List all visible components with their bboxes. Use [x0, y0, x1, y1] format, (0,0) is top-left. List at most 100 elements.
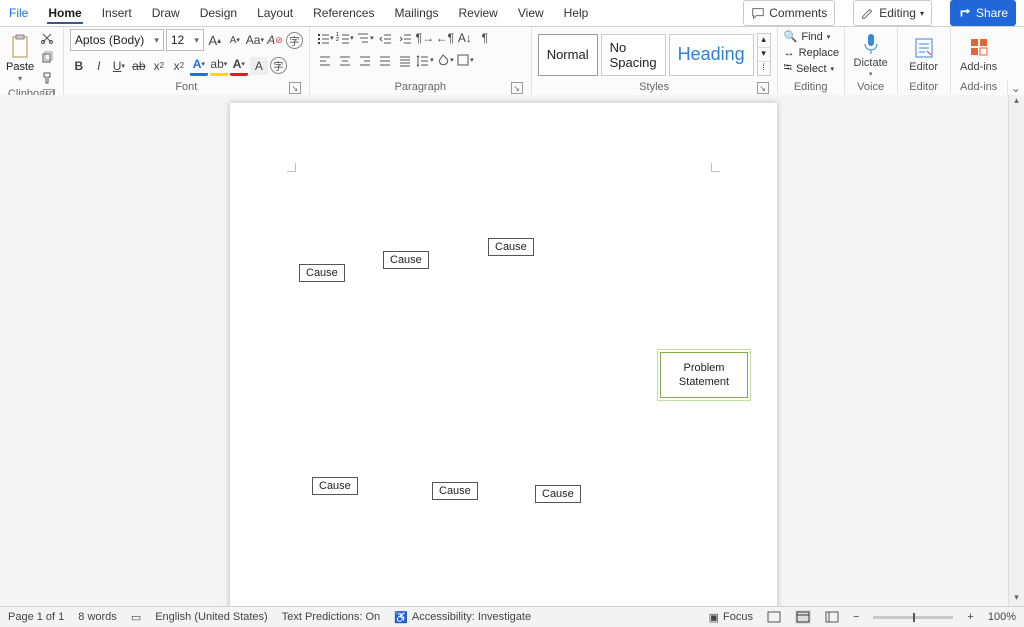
italic-button[interactable]: I — [90, 57, 108, 75]
paste-button[interactable]: Paste ▾ — [6, 34, 34, 83]
shading-button[interactable]: ▾ — [436, 51, 454, 69]
styles-more-icon[interactable]: ⁞ — [758, 62, 770, 75]
enclose-characters-button[interactable]: 字 — [270, 57, 287, 74]
tab-layout[interactable]: Layout — [256, 2, 294, 24]
font-color-button[interactable]: A▾ — [230, 55, 248, 76]
cause-box[interactable]: Cause — [299, 264, 345, 282]
grow-font-button[interactable]: A▴ — [206, 31, 224, 49]
shrink-font-button[interactable]: A▾ — [226, 31, 244, 49]
style-normal[interactable]: Normal — [538, 34, 598, 76]
copy-button[interactable] — [38, 49, 56, 67]
strikethrough-button[interactable]: ab — [130, 57, 148, 75]
chevron-down-icon: ▾ — [920, 9, 924, 18]
collapse-ribbon-button[interactable]: ⌄ — [1007, 81, 1024, 95]
tab-references[interactable]: References — [312, 2, 375, 24]
tab-help[interactable]: Help — [563, 2, 590, 24]
tab-home[interactable]: Home — [47, 2, 82, 24]
underline-button[interactable]: U▾ — [110, 57, 128, 75]
addins-button[interactable]: Add-ins — [957, 36, 1001, 73]
cause-box[interactable]: Cause — [432, 482, 478, 500]
cut-button[interactable] — [38, 29, 56, 47]
chevron-up-icon[interactable]: ▴ — [758, 34, 770, 48]
bold-button[interactable]: B — [70, 57, 88, 75]
styles-scroll[interactable]: ▴▾⁞ — [757, 33, 771, 76]
cause-box[interactable]: Cause — [312, 477, 358, 495]
editing-mode-button[interactable]: Editing ▾ — [853, 0, 932, 26]
zoom-thumb[interactable] — [913, 613, 915, 622]
zoom-slider[interactable] — [873, 616, 953, 619]
share-button[interactable]: Share — [950, 0, 1016, 26]
view-print-button[interactable] — [795, 610, 811, 624]
status-language[interactable]: English (United States) — [155, 611, 268, 623]
styles-launcher[interactable]: ↘ — [757, 82, 769, 94]
status-accessibility[interactable]: ♿Accessibility: Investigate — [394, 611, 531, 624]
problem-statement-box[interactable]: ProblemStatement — [660, 352, 748, 398]
tab-file[interactable]: File — [8, 2, 29, 24]
distributed-button[interactable] — [396, 51, 414, 69]
increase-indent-button[interactable] — [396, 29, 414, 47]
multilevel-list-button[interactable]: ▾ — [356, 29, 374, 47]
character-shading-button[interactable]: A — [250, 57, 268, 75]
style-heading1[interactable]: Heading — [669, 34, 754, 76]
font-name-select[interactable]: Aptos (Body)▾ — [70, 29, 164, 51]
view-web-button[interactable] — [825, 611, 839, 623]
format-painter-button[interactable] — [38, 69, 56, 87]
zoom-out-button[interactable]: − — [853, 611, 859, 623]
change-case-button[interactable]: Aa▾ — [246, 31, 264, 49]
tab-insert[interactable]: Insert — [101, 2, 133, 24]
chevron-down-icon[interactable]: ▾ — [758, 48, 770, 62]
zoom-level[interactable]: 100% — [988, 611, 1016, 623]
scroll-up-button[interactable]: ▴ — [1009, 95, 1024, 110]
tab-design[interactable]: Design — [199, 2, 238, 24]
group-label-voice: Voice — [857, 81, 884, 93]
cause-box[interactable]: Cause — [488, 238, 534, 256]
page[interactable]: Cause Cause Cause Cause Cause Cause Prob… — [230, 103, 777, 607]
justify-button[interactable] — [376, 51, 394, 69]
clear-formatting-button[interactable]: A⊘ — [266, 31, 284, 49]
rtl-button[interactable]: ←¶ — [436, 29, 454, 47]
style-no-spacing[interactable]: No Spacing — [601, 34, 666, 76]
status-predictions[interactable]: Text Predictions: On — [282, 611, 380, 623]
focus-mode-button[interactable]: ▣Focus — [709, 611, 753, 624]
status-words[interactable]: 8 words — [78, 611, 117, 623]
superscript-button[interactable]: x2 — [170, 57, 188, 75]
align-left-button[interactable] — [316, 51, 334, 69]
vertical-scrollbar[interactable]: ▴ ▾ — [1008, 95, 1024, 607]
highlight-button[interactable]: ab▾ — [210, 55, 228, 76]
document-area[interactable]: Cause Cause Cause Cause Cause Cause Prob… — [0, 95, 1024, 607]
comments-button[interactable]: Comments — [743, 0, 835, 26]
editor-button[interactable]: Editor — [904, 36, 944, 73]
tab-draw[interactable]: Draw — [151, 2, 181, 24]
ltr-button[interactable]: ¶→ — [416, 29, 434, 47]
tab-view[interactable]: View — [517, 2, 545, 24]
select-button[interactable]: ⭾Select▾ — [784, 61, 834, 76]
line-spacing-button[interactable]: ▾ — [416, 51, 434, 69]
align-right-button[interactable] — [356, 51, 374, 69]
scroll-down-button[interactable]: ▾ — [1009, 592, 1024, 607]
show-marks-button[interactable]: ¶ — [476, 29, 494, 47]
replace-button[interactable]: ↔Replace — [784, 45, 839, 60]
problem-text: ProblemStatement — [679, 361, 729, 390]
borders-button[interactable]: ▾ — [456, 51, 474, 69]
phonetic-guide-button[interactable]: 字 — [286, 32, 303, 49]
decrease-indent-button[interactable] — [376, 29, 394, 47]
zoom-in-button[interactable]: + — [967, 611, 973, 623]
subscript-button[interactable]: x2 — [150, 57, 168, 75]
view-read-button[interactable] — [767, 611, 781, 623]
tab-review[interactable]: Review — [458, 2, 499, 24]
status-page[interactable]: Page 1 of 1 — [8, 611, 64, 623]
text-effects-button[interactable]: A▾ — [190, 55, 208, 76]
font-launcher[interactable]: ↘ — [289, 82, 301, 94]
find-button[interactable]: 🔍Find▾ — [784, 29, 831, 44]
cause-box[interactable]: Cause — [383, 251, 429, 269]
sort-button[interactable]: A↓ — [456, 29, 474, 47]
bullets-button[interactable]: ▾ — [316, 29, 334, 47]
dictate-button[interactable]: Dictate▾ — [851, 32, 891, 78]
align-center-button[interactable] — [336, 51, 354, 69]
paragraph-launcher[interactable]: ↘ — [511, 82, 523, 94]
cause-box[interactable]: Cause — [535, 485, 581, 503]
status-spelling[interactable]: ▭ — [131, 611, 141, 624]
font-size-select[interactable]: 12▾ — [166, 29, 204, 51]
numbering-button[interactable]: 12▾ — [336, 29, 354, 47]
tab-mailings[interactable]: Mailings — [393, 2, 439, 24]
